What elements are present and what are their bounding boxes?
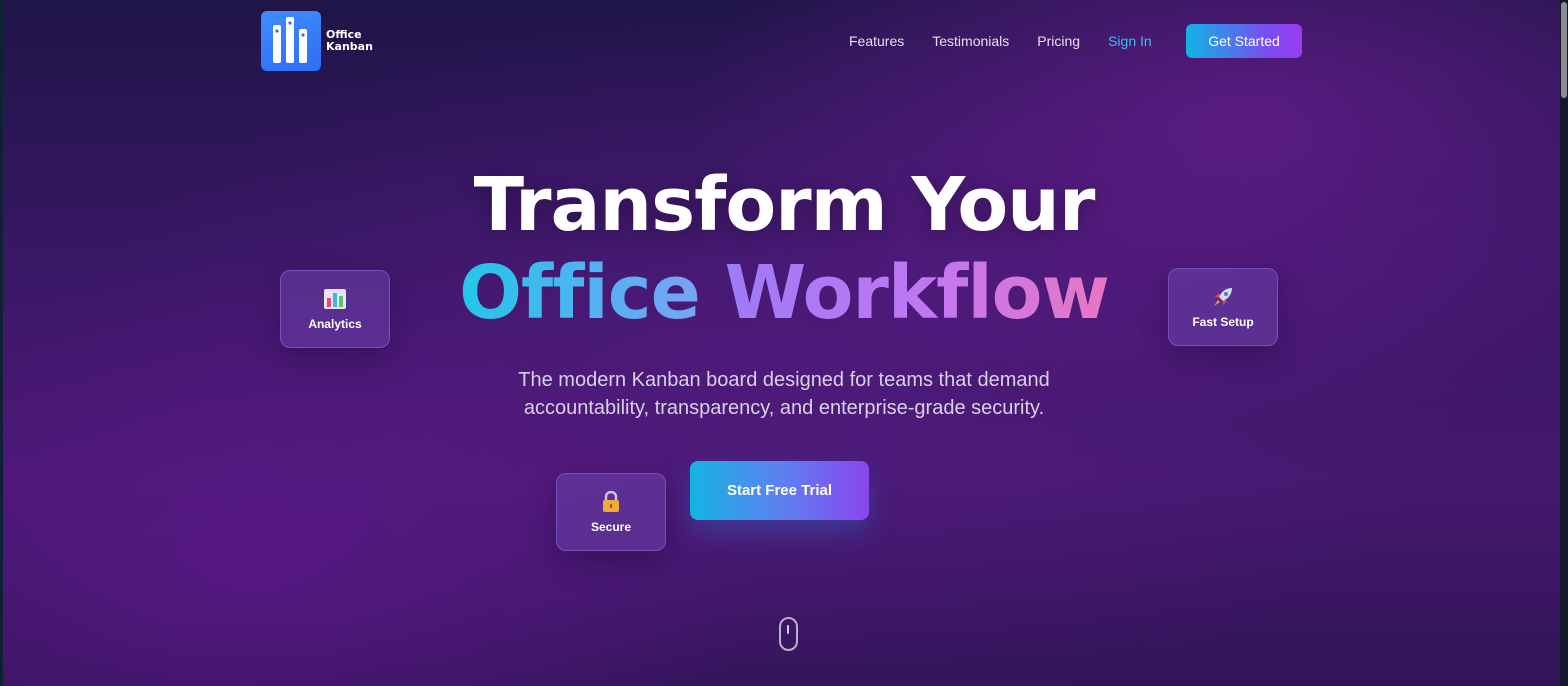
- start-free-trial-button[interactable]: Start Free Trial: [690, 461, 869, 520]
- hero-title-line2: Office Workflow: [0, 250, 1568, 336]
- hero-subtitle: The modern Kanban board designed for tea…: [0, 366, 1568, 422]
- lock-icon: [602, 490, 620, 514]
- secure-card: Secure: [556, 473, 666, 551]
- fast-setup-card-label: Fast Setup: [1192, 315, 1254, 329]
- main-nav: Features Testimonials Pricing Sign In: [849, 24, 1180, 58]
- fast-setup-card: Fast Setup: [1168, 268, 1278, 346]
- hero-subtitle-line1: The modern Kanban board designed for tea…: [518, 369, 1050, 391]
- hero-title-word-office: Office: [459, 250, 701, 336]
- scroll-down-mouse-icon[interactable]: [779, 617, 798, 651]
- nav-link-sign-in[interactable]: Sign In: [1108, 33, 1152, 49]
- window-edge: [0, 0, 3, 686]
- secure-card-label: Secure: [590, 520, 632, 534]
- bar-chart-icon: [324, 287, 346, 311]
- brand-logo[interactable]: Office Kanban: [261, 11, 373, 71]
- hero-title-word-workflow: Workflow: [724, 250, 1110, 336]
- brand-name: Office Kanban: [326, 29, 373, 53]
- analytics-card-label: Analytics: [308, 317, 362, 331]
- hero-title-line1: Transform Your: [473, 162, 1096, 248]
- page-scrollbar[interactable]: [1560, 0, 1568, 686]
- scroll-wheel: [787, 625, 789, 634]
- rocket-icon: [1212, 285, 1234, 309]
- brand-name-line2: Kanban: [326, 40, 373, 53]
- scrollbar-thumb[interactable]: [1561, 2, 1567, 98]
- get-started-button[interactable]: Get Started: [1186, 24, 1302, 58]
- nav-link-pricing[interactable]: Pricing: [1037, 33, 1080, 49]
- analytics-card: Analytics: [280, 270, 390, 348]
- nav-link-testimonials[interactable]: Testimonials: [932, 33, 1009, 49]
- hero-title: Transform Your Office Workflow: [0, 160, 1568, 336]
- nav-link-features[interactable]: Features: [849, 33, 904, 49]
- kanban-columns-icon: [261, 11, 321, 71]
- hero-subtitle-line2: accountability, transparency, and enterp…: [523, 397, 1045, 419]
